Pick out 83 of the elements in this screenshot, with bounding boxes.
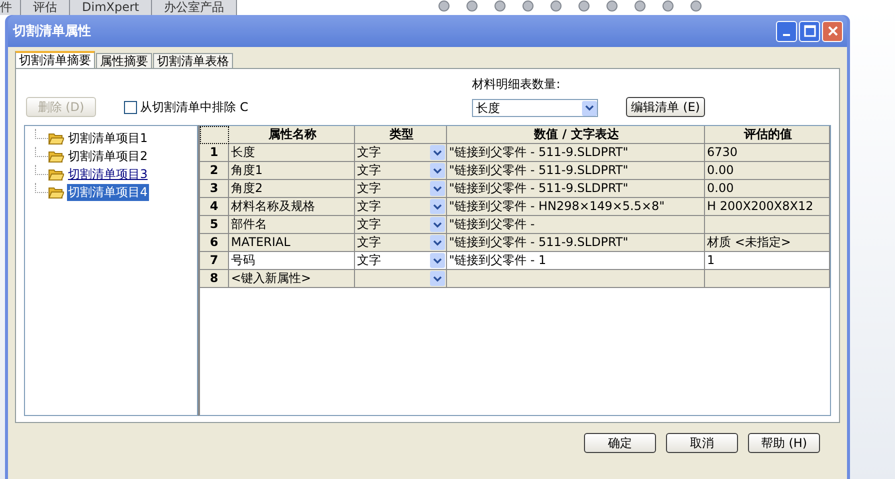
field-label: 材料明细表数量: <box>472 76 562 93</box>
table-cell[interactable]: MATERIAL <box>229 234 355 252</box>
table-cell[interactable]: <键入新属性> <box>229 270 355 288</box>
toolbar-icon[interactable] <box>689 0 704 12</box>
tree-item[interactable]: 切割清单项目3 <box>67 166 149 182</box>
toolbar-icon[interactable] <box>577 0 592 12</box>
dialog-button[interactable]: 确定 <box>584 433 656 453</box>
toolbar-icon[interactable] <box>437 0 452 12</box>
table-cell: 0.00 <box>705 180 830 198</box>
row-number: 7 <box>200 252 229 270</box>
tree-item[interactable]: 切割清单项目1 <box>67 130 149 146</box>
table-cell[interactable]: 号码 <box>229 252 355 270</box>
table-cell[interactable]: "链接到父零件 - 511-9.SLDPRT" <box>447 234 705 252</box>
app-tab[interactable]: 办公室产品 <box>152 0 238 15</box>
toolbar-icon[interactable] <box>605 0 620 12</box>
tree-item[interactable]: 切割清单项目2 <box>67 148 149 164</box>
table-cell[interactable]: 角度2 <box>229 180 355 198</box>
table-cell[interactable]: "链接到父零件 - <box>447 216 705 234</box>
table-cell[interactable]: "链接到父零件 - 511-9.SLDPRT" <box>447 144 705 162</box>
dialog-button[interactable]: 帮助 (H) <box>748 433 820 453</box>
row-number: 5 <box>200 216 229 234</box>
close-button[interactable] <box>822 20 843 42</box>
maximize-icon <box>804 25 816 37</box>
type-dropdown[interactable] <box>355 270 447 288</box>
app-tab[interactable]: 评估 <box>21 0 70 15</box>
corner-cell <box>200 126 229 144</box>
dialog-button[interactable]: 取消 <box>666 433 738 453</box>
toolbar-icon[interactable] <box>549 0 564 12</box>
table-cell[interactable]: 部件名 <box>229 216 355 234</box>
toolbar-icon[interactable] <box>465 0 480 12</box>
table-cell[interactable]: 长度 <box>229 144 355 162</box>
toolbar-icon[interactable] <box>661 0 676 12</box>
type-dropdown[interactable]: 文字 <box>355 252 447 270</box>
app-tab[interactable]: 件 <box>0 0 21 15</box>
type-dropdown[interactable]: 文字 <box>355 144 447 162</box>
type-dropdown[interactable]: 文字 <box>355 198 447 216</box>
table-cell: H 200X200X8X12 <box>705 198 830 216</box>
type-dropdown[interactable]: 文字 <box>355 162 447 180</box>
table-cell: 1 <box>705 252 830 270</box>
column-header: 评估的值 <box>705 126 830 144</box>
minimize-icon <box>783 34 790 36</box>
window-title: 切割清单属性 <box>13 22 91 40</box>
tab[interactable]: 切割清单表格 <box>153 53 233 68</box>
table-cell: 6730 <box>705 144 830 162</box>
column-header: 数值 / 文字表达 <box>447 126 705 144</box>
row-number: 4 <box>200 198 229 216</box>
table-cell[interactable]: "链接到父零件 - 511-9.SLDPRT" <box>447 180 705 198</box>
toolbar-icon[interactable] <box>633 0 648 12</box>
table-cell[interactable]: "链接到父零件 - HN298×149×5.5×8" <box>447 198 705 216</box>
app-tab[interactable]: DimXpert <box>70 0 152 15</box>
maximize-button[interactable] <box>799 20 820 42</box>
table-cell[interactable]: "链接到父零件 - 1 <box>447 252 705 270</box>
minimize-button[interactable] <box>776 20 797 42</box>
folder-icon <box>48 150 64 162</box>
dropdown[interactable]: 长度 <box>472 99 598 117</box>
tab[interactable]: 属性摘要 <box>96 53 152 68</box>
table-cell: 材质 <未指定> <box>705 234 830 252</box>
row-number: 2 <box>200 162 229 180</box>
row-number: 1 <box>200 144 229 162</box>
folder-icon <box>48 186 64 198</box>
type-dropdown[interactable]: 文字 <box>355 180 447 198</box>
toolbar-icon[interactable] <box>493 0 508 12</box>
close-icon <box>826 25 838 37</box>
toolbar-icon[interactable] <box>521 0 536 12</box>
type-dropdown[interactable]: 文字 <box>355 234 447 252</box>
checkbox[interactable] <box>124 100 137 114</box>
folder-icon <box>48 168 64 180</box>
table-cell: 0.00 <box>705 162 830 180</box>
table-cell[interactable]: 材料名称及规格 <box>229 198 355 216</box>
folder-icon <box>48 132 64 144</box>
edit-list-button[interactable]: 编辑清单 (E) <box>626 97 705 117</box>
row-number: 3 <box>200 180 229 198</box>
type-dropdown[interactable]: 文字 <box>355 216 447 234</box>
table-cell[interactable] <box>447 270 705 288</box>
table-cell[interactable]: 角度1 <box>229 162 355 180</box>
column-header: 类型 <box>355 126 447 144</box>
row-number: 8 <box>200 270 229 288</box>
tree-item[interactable]: 切割清单项目4 <box>67 184 149 200</box>
row-number: 6 <box>200 234 229 252</box>
column-header: 属性名称 <box>229 126 355 144</box>
checkbox-label: 从切割清单中排除 C <box>140 98 248 116</box>
tab[interactable]: 切割清单摘要 <box>15 51 95 68</box>
table-cell[interactable]: "链接到父零件 - 511-9.SLDPRT" <box>447 162 705 180</box>
